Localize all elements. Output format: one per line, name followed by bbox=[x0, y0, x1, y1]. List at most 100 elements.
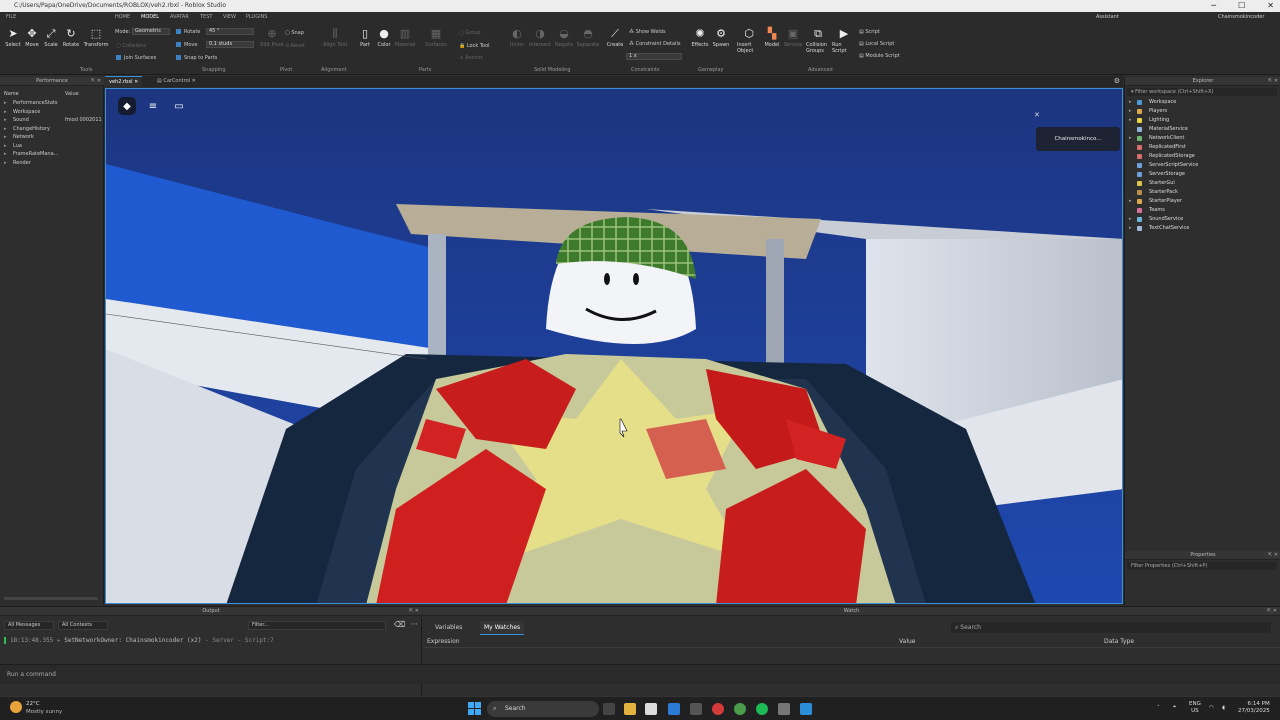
expand-arrow-icon[interactable]: ▸ bbox=[4, 159, 7, 167]
join-surfaces-toggle[interactable]: Join Surfaces bbox=[116, 55, 156, 61]
taskbar-search[interactable]: ⌕ Search bbox=[487, 701, 599, 717]
tab-carcontrol[interactable]: ▤ CarControl ✕ bbox=[153, 76, 200, 87]
explorer-item[interactable]: MaterialService bbox=[1125, 125, 1280, 134]
wifi-icon[interactable]: ◠ bbox=[1209, 705, 1214, 712]
lock-tool-button[interactable]: 🔒 Lock Tool bbox=[459, 43, 490, 49]
panel-close-icon[interactable]: ⇱ ✕ bbox=[1268, 77, 1278, 86]
rotate-snap-input[interactable]: 45 ° bbox=[206, 28, 254, 35]
chrome-icon[interactable] bbox=[734, 703, 746, 715]
chat-icon[interactable]: ▭ bbox=[170, 97, 188, 115]
panel-close-icon[interactable]: ⇱ ✕ bbox=[1268, 551, 1278, 560]
explorer-item[interactable]: ReplicatedFirst bbox=[1125, 143, 1280, 152]
tab-home[interactable]: HOME bbox=[115, 12, 130, 23]
expand-arrow-icon[interactable]: ▸ bbox=[4, 142, 7, 150]
performance-row[interactable]: ▸ FrameRateMana... bbox=[0, 150, 104, 158]
tab-my-watches[interactable]: My Watches bbox=[480, 621, 525, 635]
service-button[interactable]: ▣ Service bbox=[781, 27, 805, 48]
expand-arrow-icon[interactable]: ▸ bbox=[1129, 107, 1132, 116]
explorer-item[interactable]: ▸ StarterPlayer bbox=[1125, 197, 1280, 206]
rotate-tool-button[interactable]: ↻ Rotate bbox=[59, 27, 83, 48]
pivot-reset-button[interactable]: ⟲ Reset bbox=[285, 43, 305, 49]
explorer-item[interactable]: ServerStorage bbox=[1125, 170, 1280, 179]
spotify-icon[interactable] bbox=[756, 703, 768, 715]
panel-close-icon[interactable]: ⇱ ✕ bbox=[91, 77, 101, 86]
align-tool-button[interactable]: ⫼ Align Tool bbox=[323, 27, 347, 49]
explorer-item[interactable]: StarterPack bbox=[1125, 188, 1280, 197]
output-filter-input[interactable]: Filter... bbox=[248, 621, 386, 630]
file-explorer-icon[interactable] bbox=[624, 703, 636, 715]
app-icon[interactable] bbox=[690, 703, 702, 715]
tray-chevron-icon[interactable]: ˄ bbox=[1157, 705, 1160, 712]
group-button[interactable]: ▢ Group bbox=[459, 30, 481, 36]
maximize-button[interactable]: ☐ bbox=[1238, 0, 1245, 12]
insert-object-button[interactable]: ⬡ Insert Object bbox=[737, 27, 761, 54]
move-snap-toggle[interactable]: Move bbox=[176, 42, 197, 48]
user-name[interactable]: Chainsmokincoder bbox=[1218, 12, 1264, 23]
performance-row[interactable]: ▸ Sound fmod 0002011 bbox=[0, 116, 104, 124]
tab-test[interactable]: TEST bbox=[200, 12, 212, 23]
collisions-toggle[interactable]: ▢ Collisions bbox=[116, 43, 146, 49]
transform-tool-button[interactable]: ⬚ Transform bbox=[84, 27, 109, 48]
spawn-button[interactable]: ⚙ Spawn bbox=[709, 27, 733, 48]
tab-file[interactable]: FILE bbox=[6, 12, 16, 23]
expand-arrow-icon[interactable]: ▸ bbox=[1129, 98, 1132, 107]
rotate-snap-toggle[interactable]: Rotate bbox=[176, 29, 200, 35]
union-button[interactable]: ◐ Union bbox=[505, 27, 529, 48]
expand-arrow-icon[interactable]: ▸ bbox=[1129, 215, 1132, 224]
performance-row[interactable]: ▸ Lua bbox=[0, 142, 104, 150]
material-button[interactable]: ▥ Material bbox=[393, 27, 417, 48]
volume-icon[interactable]: ◖ bbox=[1222, 705, 1225, 712]
expand-arrow-icon[interactable]: ▸ bbox=[1129, 116, 1132, 125]
explorer-item[interactable]: ▸ SoundService bbox=[1125, 215, 1280, 224]
viewport-settings-icon[interactable]: ⚙ bbox=[1114, 77, 1120, 85]
messages-filter-dropdown[interactable]: All Messages bbox=[4, 621, 54, 630]
game-viewport[interactable]: ◆ ≡ ▭ ✕ Chainsmokinco... bbox=[105, 88, 1123, 604]
tab-variables[interactable]: Variables bbox=[431, 621, 466, 635]
performance-row[interactable]: ▸ PerformanceStats bbox=[0, 99, 104, 107]
mode-dropdown[interactable]: Geometric bbox=[132, 28, 170, 35]
explorer-item[interactable]: ▸ Workspace bbox=[1125, 98, 1280, 107]
explorer-item[interactable]: ▸ Players bbox=[1125, 107, 1280, 116]
explorer-item[interactable]: ReplicatedStorage bbox=[1125, 152, 1280, 161]
pivot-snap-toggle[interactable]: ▢ Snap bbox=[285, 30, 304, 36]
command-bar-input[interactable]: Run a command bbox=[0, 664, 1280, 684]
expand-arrow-icon[interactable]: ▸ bbox=[1129, 224, 1132, 233]
expand-arrow-icon[interactable]: ▸ bbox=[1129, 197, 1132, 206]
expand-arrow-icon[interactable]: ▸ bbox=[4, 116, 7, 124]
more-options-icon[interactable]: ⋯ bbox=[411, 620, 418, 628]
notification-close-icon[interactable]: ✕ bbox=[1034, 111, 1040, 119]
run-script-button[interactable]: ▶ Run Script bbox=[832, 27, 856, 54]
expand-arrow-icon[interactable]: ▸ bbox=[4, 125, 7, 133]
performance-row[interactable]: ▸ Network bbox=[0, 133, 104, 141]
store-icon[interactable] bbox=[645, 703, 657, 715]
tab-plugins[interactable]: PLUGINS bbox=[246, 12, 267, 23]
contexts-filter-dropdown[interactable]: All Contexts bbox=[58, 621, 108, 630]
watch-search-input[interactable]: ⌕ Search bbox=[951, 622, 1271, 633]
task-view-icon[interactable] bbox=[603, 703, 615, 715]
clock[interactable]: 6:14 PM 27/03/2025 bbox=[1238, 701, 1270, 715]
expand-arrow-icon[interactable]: ▸ bbox=[4, 133, 7, 141]
explorer-item[interactable]: ▸ Lighting bbox=[1125, 116, 1280, 125]
close-button[interactable]: ✕ bbox=[1267, 0, 1274, 12]
log-entry[interactable]: 18:13:48.355 ▸ SetNetworkOwner: Chainsmo… bbox=[10, 637, 274, 644]
snap-to-parts-toggle[interactable]: Snap to Parts bbox=[176, 55, 217, 61]
script-button[interactable]: ▤ Script bbox=[859, 29, 880, 35]
expand-arrow-icon[interactable]: ▸ bbox=[1129, 134, 1132, 143]
separate-button[interactable]: ◓ Separate bbox=[576, 27, 600, 48]
properties-filter-input[interactable]: Filter Properties (Ctrl+Shift+P) bbox=[1127, 562, 1277, 570]
explorer-item[interactable]: ServerScriptService bbox=[1125, 161, 1280, 170]
tab-veh2[interactable]: veh2.rbxl ✕ bbox=[105, 76, 143, 87]
roblox-logo-icon[interactable]: ◆ bbox=[118, 97, 136, 115]
minimize-button[interactable]: ─ bbox=[1211, 0, 1216, 12]
tab-view[interactable]: VIEW bbox=[223, 12, 236, 23]
constraint-details-toggle[interactable]: ⁂ Constraint Details bbox=[629, 41, 680, 47]
explorer-item[interactable]: Teams bbox=[1125, 206, 1280, 215]
performance-row[interactable]: ▸ Render bbox=[0, 159, 104, 167]
module-script-button[interactable]: ▤ Module Script bbox=[859, 53, 900, 59]
anchor-button[interactable]: ⚓ Anchor bbox=[459, 55, 483, 61]
create-constraint-button[interactable]: ⟋ Create bbox=[603, 27, 627, 49]
roblox-studio-icon[interactable] bbox=[800, 703, 812, 715]
horizontal-scrollbar[interactable] bbox=[4, 597, 98, 600]
intersect-button[interactable]: ◑ Intersect bbox=[528, 27, 552, 48]
outlook-icon[interactable] bbox=[668, 703, 680, 715]
